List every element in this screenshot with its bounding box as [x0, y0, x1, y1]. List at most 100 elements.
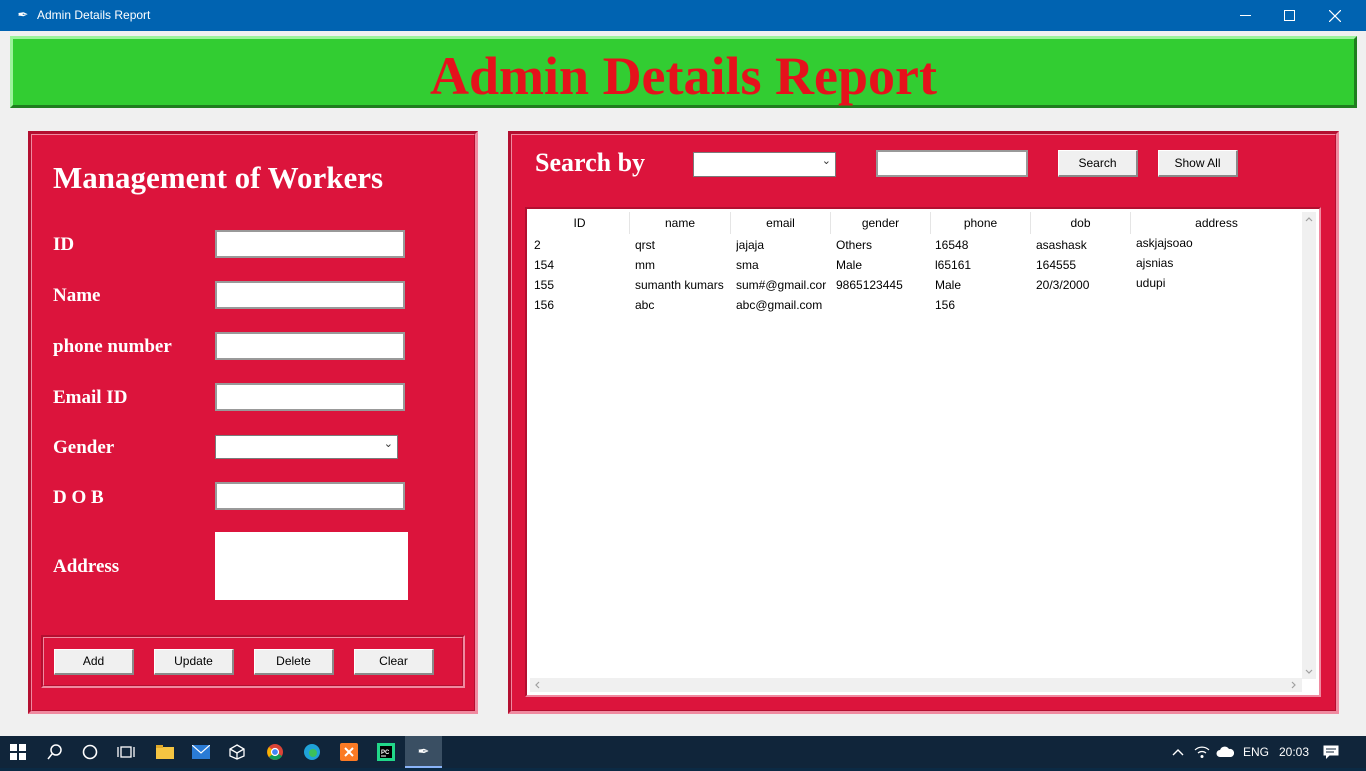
cell-dob: 164555 — [1036, 258, 1077, 272]
notification-icon — [1323, 745, 1339, 759]
task-view-icon — [117, 746, 135, 758]
cell-address: askjajsoao — [1136, 236, 1193, 250]
maximize-icon — [1283, 10, 1295, 21]
svg-text:PC: PC — [381, 750, 390, 756]
address-textarea[interactable] — [215, 532, 408, 600]
pycharm-button[interactable]: PC — [368, 736, 404, 768]
chrome-icon — [267, 744, 283, 760]
language-indicator[interactable]: ENG — [1243, 736, 1269, 768]
cell-phone: 16548 — [935, 238, 969, 252]
chevron-down-icon[interactable]: ⌄ — [384, 437, 393, 450]
close-icon — [1329, 9, 1341, 22]
column-header-id[interactable]: ID — [530, 212, 630, 234]
delete-button[interactable]: Delete — [254, 649, 334, 675]
column-header-email[interactable]: email — [731, 212, 831, 234]
dob-label: D O B — [53, 487, 104, 508]
clear-button[interactable]: Clear — [354, 649, 434, 675]
3d-viewer-button[interactable] — [219, 736, 255, 768]
cell-dob: 20/3/2000 — [1036, 278, 1090, 292]
cell-id: 154 — [534, 258, 555, 272]
scroll-arrows-icon — [535, 681, 1296, 689]
wifi-button[interactable] — [1194, 736, 1212, 768]
email-field[interactable] — [215, 383, 405, 411]
horizontal-scrollbar[interactable] — [530, 678, 1302, 692]
minimize-icon — [1239, 15, 1251, 16]
column-header-address[interactable]: address — [1131, 212, 1302, 234]
chrome-button[interactable] — [257, 736, 293, 768]
phone-input[interactable] — [217, 334, 403, 358]
search-field[interactable] — [876, 150, 1028, 177]
gender-combobox[interactable]: ⌄ — [215, 435, 398, 459]
cell-gender: Male — [836, 258, 863, 272]
cell-email: jajaja — [736, 238, 765, 252]
scroll-arrows-icon — [1305, 217, 1313, 674]
clock[interactable]: 20:03 — [1279, 736, 1309, 768]
folder-icon — [156, 745, 174, 759]
records-table-frame: ID name email gender phone dob address 2… — [525, 207, 1321, 697]
id-field[interactable] — [215, 230, 405, 258]
name-field[interactable] — [215, 281, 405, 309]
cell-email: sum#@gmail.cor — [736, 278, 827, 292]
management-heading: Management of Workers — [53, 160, 384, 195]
feather-icon: ✒ — [17, 7, 29, 22]
active-app-button[interactable]: ✒ — [405, 736, 442, 768]
cell-name: mm — [635, 258, 655, 272]
chevron-up-icon — [1172, 749, 1184, 756]
search-button[interactable]: Search — [1058, 150, 1138, 177]
action-center-button[interactable] — [1323, 736, 1343, 768]
task-view-button[interactable] — [108, 736, 144, 768]
cell-dob: asashask — [1036, 238, 1087, 252]
cortana-button[interactable] — [72, 736, 108, 768]
cell-phone: 156 — [935, 298, 956, 312]
chevron-down-icon[interactable]: ⌄ — [822, 154, 831, 167]
management-panel: Management of Workers ID Name phone numb… — [28, 131, 478, 714]
show-hidden-icons-button[interactable] — [1168, 736, 1188, 768]
phone-field[interactable] — [215, 332, 405, 360]
dob-input[interactable] — [217, 484, 403, 508]
email-input[interactable] — [217, 385, 403, 409]
file-explorer-button[interactable] — [147, 736, 183, 768]
cell-address: ajsnias — [1136, 256, 1174, 270]
edge-button[interactable] — [294, 736, 330, 768]
banner-title: Admin Details Report — [430, 46, 937, 106]
mail-button[interactable] — [183, 736, 219, 768]
column-header-name[interactable]: name — [630, 212, 731, 234]
cell-gender: Others — [836, 238, 873, 252]
cube-icon — [229, 744, 245, 760]
onedrive-button[interactable] — [1216, 736, 1236, 768]
cell-phone: l65161 — [935, 258, 972, 272]
search-input[interactable] — [878, 152, 1026, 175]
panel-border — [31, 134, 475, 711]
taskbar: PC ✒ ENG 20:03 — [0, 736, 1366, 768]
cell-id: 156 — [534, 298, 555, 312]
cell-name: sumanth kumars — [635, 278, 724, 292]
search-by-combobox[interactable]: ⌄ — [693, 152, 836, 177]
column-header-dob[interactable]: dob — [1031, 212, 1131, 234]
id-input[interactable] — [217, 232, 403, 256]
update-button[interactable]: Update — [154, 649, 234, 675]
cortana-circle-icon — [82, 744, 98, 760]
vertical-scrollbar[interactable] — [1302, 212, 1316, 679]
maximize-button[interactable] — [1266, 0, 1312, 31]
search-by-label: Search by — [535, 148, 646, 177]
column-header-gender[interactable]: gender — [831, 212, 931, 234]
add-button[interactable]: Add — [54, 649, 134, 675]
show-all-button[interactable]: Show All — [1158, 150, 1238, 177]
records-table[interactable]: ID name email gender phone dob address 2… — [530, 212, 1302, 679]
cell-id: 155 — [534, 278, 555, 292]
cell-name: abc — [635, 298, 655, 312]
xampp-button[interactable] — [331, 736, 367, 768]
mail-icon — [192, 745, 210, 759]
email-label: Email ID — [53, 387, 128, 408]
window-title: Admin Details Report — [37, 8, 151, 22]
cell-email: sma — [736, 258, 759, 272]
close-button[interactable] — [1312, 0, 1358, 31]
dob-field[interactable] — [215, 482, 405, 510]
column-header-phone[interactable]: phone — [931, 212, 1031, 234]
search-taskbar-button[interactable] — [37, 736, 73, 768]
windows-start-button[interactable] — [0, 736, 36, 768]
pycharm-icon: PC — [377, 743, 395, 761]
banner: Admin Details Report — [10, 36, 1357, 108]
name-input[interactable] — [217, 283, 403, 307]
minimize-button[interactable] — [1222, 0, 1268, 31]
